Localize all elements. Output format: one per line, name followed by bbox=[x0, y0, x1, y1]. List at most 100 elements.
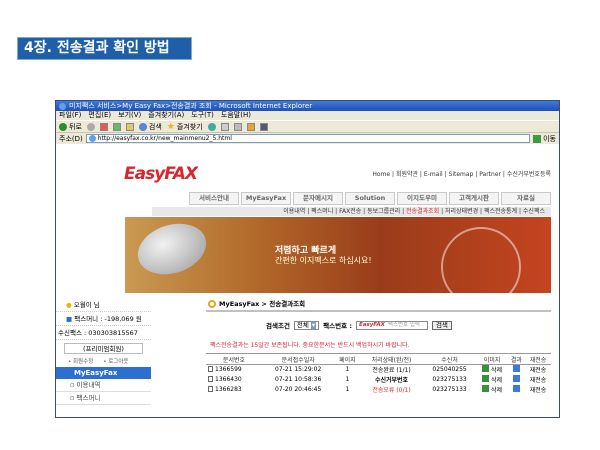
col-doc-number: 문서번호 bbox=[206, 353, 262, 365]
refresh-icon[interactable] bbox=[112, 122, 121, 131]
nav-myeasyfax[interactable]: MyEasyFax bbox=[241, 192, 291, 205]
history-icon[interactable] bbox=[207, 122, 216, 131]
image-cell[interactable]: 삭제 bbox=[476, 365, 507, 375]
status-cell: 전송완료 (1/1) bbox=[372, 367, 411, 375]
subnav-links-left[interactable]: 이용내역 | 팩스머니 | FAX전송 | 동보그룹관리 | bbox=[283, 208, 406, 215]
nav-sms[interactable]: 문자메시지 bbox=[293, 192, 343, 205]
favorites-button[interactable]: ★ 즐겨찾기 bbox=[167, 122, 203, 132]
destination: 023275133 bbox=[432, 376, 467, 383]
delete-link[interactable]: 삭제 bbox=[491, 367, 502, 374]
menu-edit[interactable]: 편집(E) bbox=[88, 111, 111, 120]
search-label: 검색 bbox=[148, 122, 162, 131]
usage-label: 이용내역 bbox=[76, 381, 101, 389]
doc-number[interactable]: 1366283 bbox=[206, 385, 262, 395]
nav-library[interactable]: 자료실 bbox=[501, 192, 551, 205]
image-icon bbox=[482, 365, 490, 373]
back-arrow-icon bbox=[59, 122, 67, 131]
search-condition-select[interactable]: 전체 ▾ bbox=[293, 320, 320, 330]
nav-solution[interactable]: Solution bbox=[345, 192, 395, 205]
member-type-badge: (프리미엄회원) bbox=[64, 343, 143, 354]
document-icon bbox=[208, 366, 213, 373]
browser-window: 미지팩스 서비스>My Easy Fax>전송결과 조회 - Microsoft… bbox=[55, 100, 560, 418]
window-titlebar[interactable]: 미지팩스 서비스>My Easy Fax>전송결과 조회 - Microsoft… bbox=[56, 101, 559, 111]
forward-arrow-icon[interactable] bbox=[86, 122, 95, 131]
table-row[interactable]: 1366430 07-21 10:58:36 1 수신거부번호 02327513… bbox=[206, 375, 551, 385]
web-page: EasyFAX Home | 회원약관 | E-mail | Sitemap |… bbox=[56, 156, 559, 417]
fax-number-input[interactable]: EasyFAX 팩스번호 입력 bbox=[355, 320, 428, 330]
resend-link[interactable]: 재전송 bbox=[525, 385, 551, 395]
menu-tools[interactable]: 도구(T) bbox=[191, 111, 214, 120]
user-icon: ● bbox=[66, 301, 72, 309]
subnav-links-right[interactable]: | 처리상태변경 | 팩스전송통계 | 수신팩스 bbox=[439, 208, 545, 215]
window-title: 미지팩스 서비스>My Easy Fax>전송결과 조회 - Microsoft… bbox=[69, 102, 313, 110]
result-cell[interactable] bbox=[508, 385, 525, 395]
sidebar-item-usage[interactable]: ▫ 이용내역 bbox=[56, 379, 151, 392]
go-button[interactable]: 이동 bbox=[533, 134, 556, 144]
result-cell[interactable] bbox=[508, 365, 525, 375]
subnav-active-item[interactable]: 전송결과조회 bbox=[406, 208, 439, 215]
menu-file[interactable]: 파일(F) bbox=[59, 111, 81, 120]
received-date: 07-20 20:46:45 bbox=[275, 386, 322, 393]
resend-link[interactable]: 재전송 bbox=[525, 365, 551, 375]
stop-icon[interactable] bbox=[99, 122, 108, 131]
circle-icon bbox=[208, 300, 216, 308]
folder-icon[interactable] bbox=[246, 122, 255, 131]
destination: 025040255 bbox=[432, 366, 467, 374]
doc-number[interactable]: 1366430 bbox=[206, 375, 262, 385]
sub-nav[interactable]: 이용내역 | 팩스머니 | FAX전송 | 동보그룹관리 | 전송결과조회 | … bbox=[152, 207, 551, 216]
address-input[interactable]: http://easyfax.co.kr/new_mainmenu2_5.htm… bbox=[85, 134, 531, 143]
retention-notice: 팩스전송결과는 15일간 보존됩니다. 중요한문서는 반드시 백업하시기 바랍니… bbox=[210, 342, 410, 349]
hero-banner: 저렴하고 빠르게 간편한 이지팩스로 하십시요! bbox=[125, 217, 551, 293]
breadcrumb-text: MyEasyFax > 전송결과조회 bbox=[219, 300, 306, 308]
nav-service-info[interactable]: 서비스안내 bbox=[189, 192, 239, 205]
menu-view[interactable]: 보기(V) bbox=[118, 111, 141, 120]
col-result: 결과 bbox=[507, 353, 525, 365]
image-cell[interactable]: 삭제 bbox=[476, 385, 507, 395]
home-icon[interactable] bbox=[125, 122, 134, 131]
greeting-text: 오월이 님 bbox=[73, 301, 100, 309]
table-row[interactable]: 1366599 07-21 15:29:02 1 전송완료 (1/1) 0250… bbox=[206, 365, 551, 375]
edit-member-label: 회원수정 bbox=[73, 359, 94, 365]
nav-helper[interactable]: 이지도우미 bbox=[397, 192, 447, 205]
search-form: 검색조건 전체 ▾ 팩스번호 : EasyFAX 팩스번호 입력 검색 bbox=[266, 320, 551, 330]
search-submit-button[interactable]: 검색 bbox=[431, 320, 452, 330]
easyfax-logo[interactable]: EasyFAX bbox=[124, 164, 198, 184]
doc-number-text: 1366430 bbox=[215, 376, 242, 383]
search-button[interactable]: 검색 bbox=[138, 122, 162, 132]
status-cell: 전송오류 (0/1) bbox=[372, 387, 411, 394]
mail-icon[interactable] bbox=[220, 122, 229, 131]
delete-link[interactable]: 삭제 bbox=[491, 387, 502, 394]
menu-help[interactable]: 도움말(H) bbox=[221, 111, 251, 120]
recv-fax-text: 수신팩스 : 030303815567 bbox=[58, 329, 138, 337]
messenger-icon[interactable] bbox=[259, 122, 268, 131]
favorites-label: 즐겨찾기 bbox=[176, 122, 203, 131]
document-icon bbox=[208, 376, 213, 382]
banner-subline: 간편한 이지팩스로 하십시요! bbox=[275, 256, 372, 265]
doc-number[interactable]: 1366599 bbox=[206, 365, 262, 375]
image-cell[interactable]: 삭제 bbox=[476, 375, 507, 385]
logout-link[interactable]: • 로그아웃 bbox=[103, 357, 128, 367]
destination: 023275133 bbox=[432, 386, 467, 393]
top-links[interactable]: Home | 회원약관 | E-mail | Sitemap | Partner… bbox=[372, 169, 551, 178]
image-icon bbox=[482, 375, 490, 382]
nav-board[interactable]: 고객게시판 bbox=[449, 192, 499, 205]
print-icon[interactable] bbox=[233, 122, 242, 131]
table-row[interactable]: 1366283 07-20 20:46:45 1 전송오류 (0/1) 0232… bbox=[206, 385, 551, 395]
back-button[interactable]: 뒤로 bbox=[59, 122, 82, 132]
sidebar-item-fax-money[interactable]: ▫ 팩스머니 bbox=[56, 392, 151, 405]
delete-link[interactable]: 삭제 bbox=[491, 377, 502, 384]
edit-member-link[interactable]: • 회원수정 bbox=[68, 357, 93, 367]
result-cell[interactable] bbox=[508, 375, 525, 385]
received-date: 07-21 10:58:36 bbox=[275, 376, 322, 383]
toolbar: 뒤로 검색 ★ 즐겨찾기 bbox=[56, 120, 559, 133]
document-icon bbox=[208, 386, 213, 392]
col-image: 이미지 bbox=[476, 353, 508, 365]
main-nav: 서비스안내 MyEasyFax 문자메시지 Solution 이지도우미 고객게… bbox=[189, 192, 551, 205]
search-condition-label: 검색조건 bbox=[266, 322, 290, 330]
menu-favorites[interactable]: 즐겨찾기(A) bbox=[148, 111, 184, 120]
sidebar-fax-money: ■ 팩스머니 : -198,069 원 bbox=[56, 312, 151, 326]
sidebar-menu-head[interactable]: MyEasyFax bbox=[56, 367, 151, 379]
slide-title: 4장. 전송결과 확인 방법 bbox=[17, 37, 192, 60]
resend-link[interactable]: 재전송 bbox=[525, 375, 551, 385]
result-icon bbox=[512, 365, 520, 373]
